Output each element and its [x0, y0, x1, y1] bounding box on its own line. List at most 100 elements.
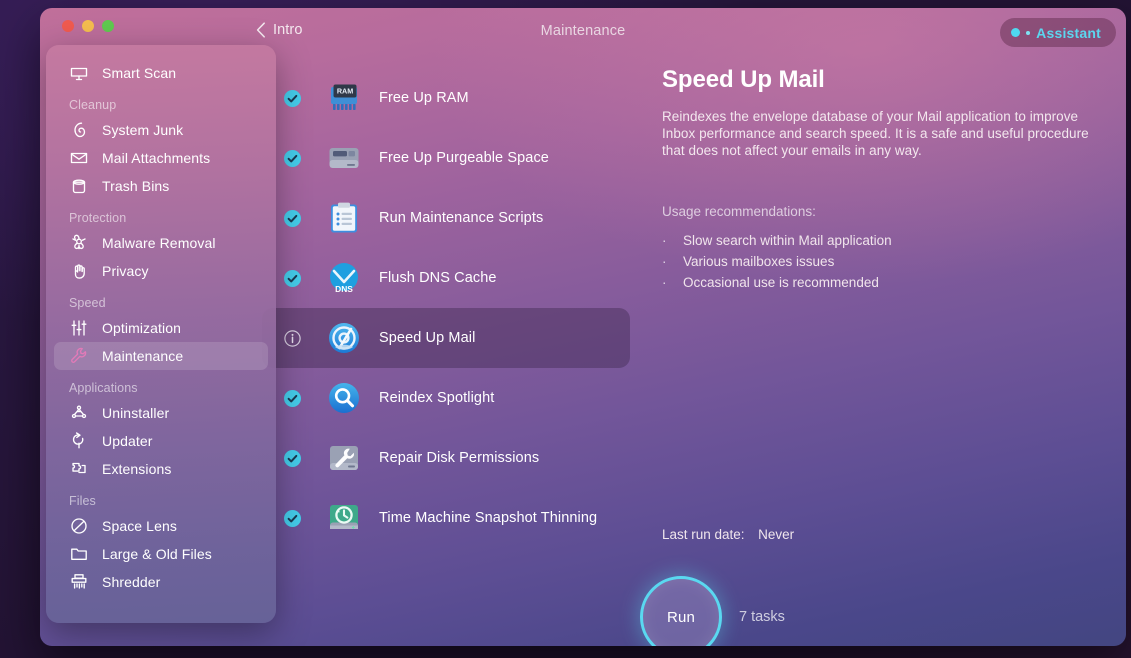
sidebar-item-label: Uninstaller [102, 405, 170, 421]
assistant-button[interactable]: Assistant [1000, 18, 1116, 47]
bullet-icon: · [662, 275, 667, 290]
task-row-run-maintenance-scripts[interactable]: Run Maintenance Scripts [262, 188, 630, 248]
sidebar-item-uninstaller[interactable]: Uninstaller [54, 399, 268, 427]
checkbox-checked-icon[interactable] [284, 269, 301, 287]
sidebar-item-optimization[interactable]: Optimization [54, 314, 268, 342]
usage-item: · Various mailboxes issues [662, 251, 1094, 272]
shredder-icon [69, 572, 89, 592]
ram-chip-icon: RAM [326, 80, 362, 116]
sidebar-item-label: Space Lens [102, 518, 177, 534]
clipboard-icon [326, 200, 362, 236]
puzzle-piece-icon [69, 459, 89, 479]
usage-list: · Slow search within Mail application · Var… [662, 230, 1094, 293]
sidebar-section-protection: Protection [69, 211, 127, 225]
run-area: Run 7 tasks [640, 576, 785, 646]
sidebar-item-shredder[interactable]: Shredder [54, 568, 268, 596]
last-run-status: Last run date: Never [662, 527, 794, 542]
last-run-label: Last run date: [662, 527, 745, 542]
trash-icon [69, 176, 89, 196]
wrench-icon [69, 346, 89, 366]
svg-text:DNS: DNS [335, 284, 353, 294]
checkbox-checked-icon[interactable] [284, 389, 301, 407]
hard-drive-icon [326, 140, 362, 176]
sidebar-item-privacy[interactable]: Privacy [54, 257, 268, 285]
sidebar-item-label: Shredder [102, 574, 161, 590]
sidebar-item-label: Mail Attachments [102, 150, 211, 166]
checkbox-checked-icon[interactable] [284, 449, 301, 467]
detail-panel: Speed Up Mail Reindexes the envelope dat… [662, 66, 1094, 293]
hand-icon [69, 261, 89, 281]
detail-description: Reindexes the envelope database of your … [662, 109, 1089, 158]
sidebar-item-large-old-files[interactable]: Large & Old Files [54, 540, 268, 568]
svg-text:RAM: RAM [337, 87, 353, 96]
checkbox-checked-icon[interactable] [284, 209, 301, 227]
sidebar-item-extensions[interactable]: Extensions [54, 455, 268, 483]
checkbox-checked-icon[interactable] [284, 149, 301, 167]
usage-heading: Usage recommendations: [662, 204, 816, 219]
sidebar-item-smart-scan[interactable]: Smart Scan [54, 59, 268, 87]
sidebar-item-label: Malware Removal [102, 235, 216, 251]
task-row-free-up-ram[interactable]: RAM Free Up RAM [262, 68, 630, 128]
sidebar-section-applications: Applications [69, 381, 138, 395]
sidebar-item-label: Large & Old Files [102, 546, 212, 562]
app-grid-icon [69, 403, 89, 423]
usage-item-label: Slow search within Mail application [683, 233, 892, 248]
spotlight-icon [326, 380, 362, 416]
sidebar-item-label: Trash Bins [102, 178, 170, 194]
bullet-icon: · [662, 254, 667, 269]
sidebar: Smart Scan Cleanup System Junk Mail Attachm… [46, 45, 276, 623]
sidebar-item-label: Updater [102, 433, 153, 449]
info-icon[interactable] [284, 329, 301, 347]
bullet-icon: · [662, 233, 667, 248]
sidebar-item-label: Privacy [102, 263, 149, 279]
monitor-icon [69, 63, 89, 83]
sidebar-item-label: Optimization [102, 320, 182, 336]
task-row-flush-dns-cache[interactable]: DNS Flush DNS Cache [262, 248, 630, 308]
checkbox-checked-icon[interactable] [284, 89, 301, 107]
disk-wrench-icon [326, 440, 362, 476]
task-label: Speed Up Mail [379, 330, 476, 346]
run-button[interactable]: Run [640, 576, 722, 646]
assistant-dot-large-icon [1011, 28, 1021, 37]
task-label: Repair Disk Permissions [379, 450, 540, 466]
sidebar-item-mail-attachments[interactable]: Mail Attachments [54, 144, 268, 172]
refresh-arrow-icon [69, 431, 89, 451]
sidebar-item-label: Smart Scan [102, 65, 177, 81]
sidebar-section-speed: Speed [69, 296, 106, 310]
sidebar-item-label: Maintenance [102, 348, 184, 364]
assistant-label: Assistant [1036, 24, 1101, 41]
task-row-repair-disk-permissions[interactable]: Repair Disk Permissions [262, 428, 630, 488]
task-row-free-up-purgeable-space[interactable]: Free Up Purgeable Space [262, 128, 630, 188]
sidebar-item-label: System Junk [102, 122, 184, 138]
sidebar-section-files: Files [69, 494, 96, 508]
mail-speed-icon [326, 320, 362, 356]
sidebar-item-updater[interactable]: Updater [54, 427, 268, 455]
biohazard-icon [69, 233, 89, 253]
dns-globe-icon: DNS [326, 260, 362, 296]
last-run-value: Never [758, 527, 795, 542]
task-label: Run Maintenance Scripts [379, 210, 544, 226]
usage-item: · Occasional use is recommended [662, 272, 1094, 293]
time-machine-icon [326, 500, 362, 536]
task-row-time-machine-snapshot-thinning[interactable]: Time Machine Snapshot Thinning [262, 488, 630, 548]
task-label: Free Up Purgeable Space [379, 150, 549, 166]
broom-icon [69, 120, 89, 140]
task-row-reindex-spotlight[interactable]: Reindex Spotlight [262, 368, 630, 428]
task-label: Time Machine Snapshot Thinning [379, 510, 598, 526]
sidebar-item-malware-removal[interactable]: Malware Removal [54, 229, 268, 257]
assistant-dot-small-icon [1026, 30, 1031, 35]
usage-item-label: Occasional use is recommended [683, 275, 879, 290]
sidebar-item-maintenance[interactable]: Maintenance [54, 342, 268, 370]
usage-item: · Slow search within Mail application [662, 230, 1094, 251]
usage-item-label: Various mailboxes issues [683, 254, 835, 269]
envelope-icon [69, 148, 89, 168]
task-count-label: 7 tasks [739, 609, 785, 625]
run-label: Run [666, 608, 696, 626]
folder-icon [69, 544, 89, 564]
task-row-speed-up-mail[interactable]: Speed Up Mail [262, 308, 630, 368]
sidebar-item-trash-bins[interactable]: Trash Bins [54, 172, 268, 200]
checkbox-checked-icon[interactable] [284, 509, 301, 527]
sidebar-item-space-lens[interactable]: Space Lens [54, 512, 268, 540]
sidebar-item-system-junk[interactable]: System Junk [54, 116, 268, 144]
sidebar-section-cleanup: Cleanup [69, 98, 117, 112]
